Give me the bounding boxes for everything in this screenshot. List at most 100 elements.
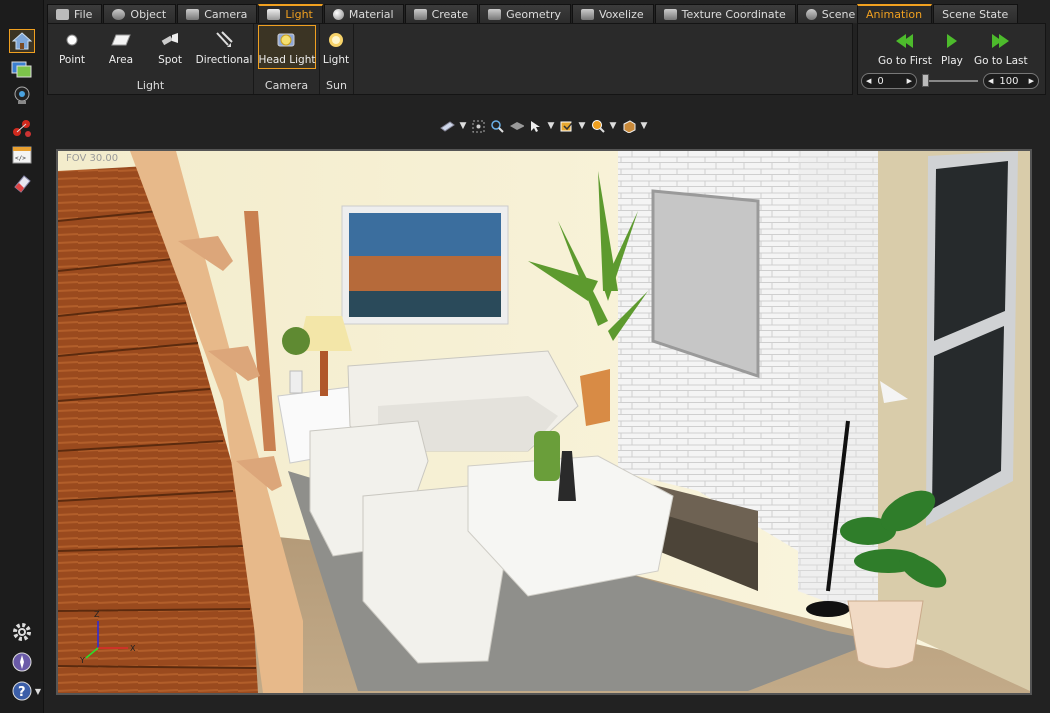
application-window: </> ? ▼ File Object Camera Light Materia… (0, 0, 1050, 713)
camera-group-label: Camera (264, 79, 309, 92)
head-light-icon (276, 31, 298, 49)
webcam-icon[interactable] (9, 84, 35, 108)
go-to-last-label: Go to Last (974, 55, 1028, 67)
sun-light-button[interactable]: Light (314, 25, 358, 68)
stepper-right-arrow-icon[interactable]: ▶ (907, 77, 912, 85)
axis-x-label: X (130, 644, 136, 653)
tab-object[interactable]: Object (103, 4, 177, 23)
tab-material[interactable]: Material (323, 4, 404, 23)
tab-camera[interactable]: Camera (177, 4, 258, 23)
help-icon[interactable]: ? ▼ (8, 679, 44, 703)
green-vase (534, 431, 560, 481)
directional-light-button[interactable]: Directional (196, 25, 252, 68)
viewport-toolbar: ▼ ▼ ▼ ▼ ▼ (440, 117, 648, 135)
tab-label: Scene State (942, 7, 1009, 21)
object-icon (112, 8, 126, 20)
select-cursor-icon[interactable] (528, 120, 543, 133)
light-group: Point Area Spot Directional Light (48, 24, 254, 94)
lamp-base (320, 351, 328, 396)
fast-forward-icon (992, 34, 1010, 48)
tab-texture-coordinate[interactable]: Texture Coordinate (654, 4, 796, 23)
zoom-icon[interactable] (490, 119, 505, 133)
sun-icon (325, 31, 347, 49)
tab-label: Light (285, 8, 313, 21)
tab-file[interactable]: File (47, 4, 103, 23)
tab-voxelize[interactable]: Voxelize (571, 4, 654, 23)
create-icon (413, 8, 427, 20)
head-light-button[interactable]: Head Light (258, 25, 316, 69)
play-icon (946, 34, 957, 48)
tab-label: Geometry (506, 7, 561, 21)
left-toolbar: </> ? ▼ (0, 0, 44, 713)
chevron-down-icon[interactable]: ▼ (640, 120, 648, 133)
box-object-icon[interactable] (621, 119, 636, 133)
spot-light-icon (159, 31, 181, 49)
ground-plane-icon[interactable] (509, 120, 524, 133)
3d-viewport[interactable]: Z X Y FOV 30.00 (56, 149, 1032, 695)
magnify-color-icon[interactable] (590, 120, 605, 133)
transform-icon[interactable] (559, 120, 574, 133)
ribbon-tab-bar: File Object Camera Light Material Create… (47, 4, 905, 23)
frame-slider-thumb[interactable] (922, 74, 929, 87)
render-mode-icon[interactable] (440, 120, 455, 133)
fov-readout: FOV 30.00 (66, 153, 119, 164)
tab-scene-state[interactable]: Scene State (933, 4, 1019, 23)
tab-label: Object (130, 7, 167, 21)
zoom-extents-icon[interactable] (471, 120, 486, 133)
chevron-down-icon[interactable]: ▼ (547, 120, 555, 133)
go-to-first-button[interactable]: Go to First (878, 34, 932, 67)
sun-group: Light Sun (320, 24, 354, 94)
light-group-label: Light (136, 79, 165, 92)
go-to-last-button[interactable]: Go to Last (974, 34, 1028, 67)
tab-label: Animation (866, 8, 923, 21)
plant-vase (289, 370, 303, 394)
small-plant (282, 327, 310, 355)
eraser-icon[interactable] (9, 171, 35, 195)
frame-slider[interactable] (922, 74, 978, 87)
chevron-down-icon[interactable]: ▼ (609, 120, 617, 133)
area-light-label: Area (108, 54, 134, 66)
photo-gallery-icon[interactable] (9, 57, 35, 81)
end-frame-value: 100 (999, 75, 1019, 87)
scene-states-icon (805, 8, 817, 20)
tab-animation[interactable]: Animation (857, 4, 933, 23)
go-to-first-label: Go to First (878, 55, 932, 67)
play-button[interactable]: Play (941, 34, 963, 67)
start-frame-stepper[interactable]: ◀ 0 ▶ (861, 73, 917, 89)
voxelize-icon (580, 8, 594, 20)
settings-gear-icon[interactable] (9, 620, 35, 644)
navigation-compass-icon[interactable] (9, 650, 35, 674)
rewind-icon (896, 34, 914, 48)
chevron-down-icon[interactable]: ▼ (578, 120, 586, 133)
area-light-button[interactable]: Area (97, 25, 145, 68)
end-frame-stepper[interactable]: ◀ 100 ▶ (983, 73, 1039, 89)
material-sphere-icon (332, 8, 344, 20)
chevron-down-icon[interactable]: ▼ (459, 120, 467, 133)
brick-fireplace-side (798, 151, 878, 621)
tab-label: Material (348, 7, 394, 21)
sun-light-label: Light (322, 54, 350, 66)
tab-create[interactable]: Create (404, 4, 479, 23)
tab-geometry[interactable]: Geometry (479, 4, 571, 23)
spot-light-button[interactable]: Spot (146, 25, 194, 68)
plant-pot (847, 600, 924, 669)
painting-canal (349, 291, 501, 317)
point-light-button[interactable]: Point (48, 25, 96, 68)
texture-coordinate-icon (663, 8, 677, 20)
tab-label: Texture Coordinate (681, 7, 786, 21)
svg-text:</>: </> (15, 155, 26, 162)
home-scene-icon[interactable] (9, 29, 35, 53)
camera-group: Head Light Camera (254, 24, 320, 94)
molecule-icon[interactable] (9, 116, 35, 140)
html-code-icon[interactable]: </> (9, 143, 35, 167)
window-pane (934, 161, 1008, 341)
help-dropdown-chevron-icon[interactable]: ▼ (35, 687, 41, 696)
tab-light[interactable]: Light (258, 4, 323, 23)
scene-render[interactable]: Z X Y (58, 151, 1030, 693)
directional-light-icon (213, 31, 235, 49)
tab-label: Voxelize (598, 7, 644, 21)
area-light-icon (110, 31, 132, 49)
axis-y-label: Y (79, 656, 85, 665)
stepper-right-arrow-icon[interactable]: ▶ (1029, 77, 1034, 85)
animation-tab-bar: Animation Scene State (857, 4, 1019, 23)
